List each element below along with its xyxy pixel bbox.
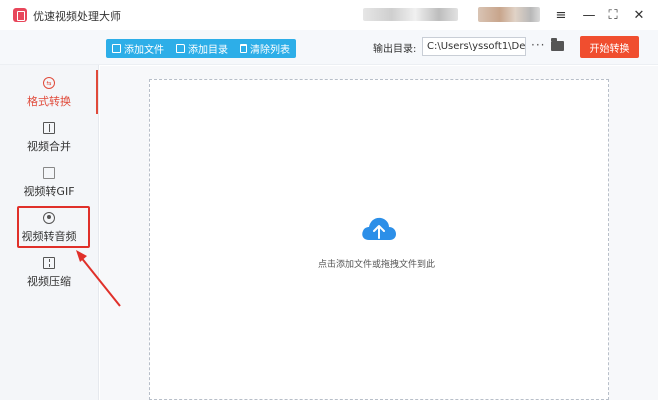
trash-icon xyxy=(240,44,247,53)
add-folder-button[interactable]: 添加目录 xyxy=(170,39,234,58)
format-convert-icon: ⇆ xyxy=(43,77,55,89)
add-folder-label: 添加目录 xyxy=(188,45,228,56)
menu-icon[interactable]: ≡ xyxy=(552,6,570,24)
title-bar: 优速视频处理大师 ≡ — ⛶ ✕ xyxy=(0,0,658,30)
sidebar-item-label: 视频转GIF xyxy=(23,185,75,198)
sidebar-item-gif[interactable]: 视频转GIF xyxy=(0,160,98,206)
close-icon[interactable]: ✕ xyxy=(630,6,648,24)
cloud-upload-icon[interactable] xyxy=(360,214,398,242)
clear-list-label: 清除列表 xyxy=(250,45,290,56)
file-actions-group: 添加文件 添加目录 清除列表 xyxy=(106,39,296,58)
output-path-field[interactable]: C:\Users\yssoft1\Deskt xyxy=(422,37,526,56)
folder-icon xyxy=(176,44,185,53)
add-file-button[interactable]: 添加文件 xyxy=(106,39,170,58)
open-folder-icon[interactable] xyxy=(551,38,564,51)
drop-hint: 点击添加文件或拖拽文件到此 xyxy=(318,260,436,270)
compress-icon xyxy=(43,257,55,269)
maximize-icon[interactable]: ⛶ xyxy=(604,6,622,24)
blurred-user-info xyxy=(363,8,458,21)
active-indicator xyxy=(96,70,98,114)
more-options-button[interactable]: ··· xyxy=(531,38,545,52)
sidebar-item-label: 格式转换 xyxy=(27,95,71,108)
app-title: 优速视频处理大师 xyxy=(33,10,121,23)
sidebar-item-format-convert[interactable]: ⇆ 格式转换 xyxy=(0,70,98,116)
file-icon xyxy=(112,44,121,53)
sidebar-item-compress[interactable]: 视频压缩 xyxy=(0,250,98,296)
gif-icon xyxy=(43,167,55,179)
sidebar-item-merge[interactable]: 视频合并 xyxy=(0,115,98,161)
start-convert-button[interactable]: 开始转换 xyxy=(580,36,639,58)
sidebar-item-label: 视频合并 xyxy=(27,140,71,153)
add-file-label: 添加文件 xyxy=(124,45,164,56)
annotation-highlight-box xyxy=(17,206,90,248)
sidebar-item-label: 视频压缩 xyxy=(27,275,71,288)
app-logo-icon xyxy=(13,8,27,22)
output-dir-label: 输出目录: xyxy=(373,44,417,55)
minimize-icon[interactable]: — xyxy=(580,6,598,24)
clear-list-button[interactable]: 清除列表 xyxy=(234,39,296,58)
merge-icon xyxy=(43,122,55,134)
blurred-avatar xyxy=(478,7,540,22)
